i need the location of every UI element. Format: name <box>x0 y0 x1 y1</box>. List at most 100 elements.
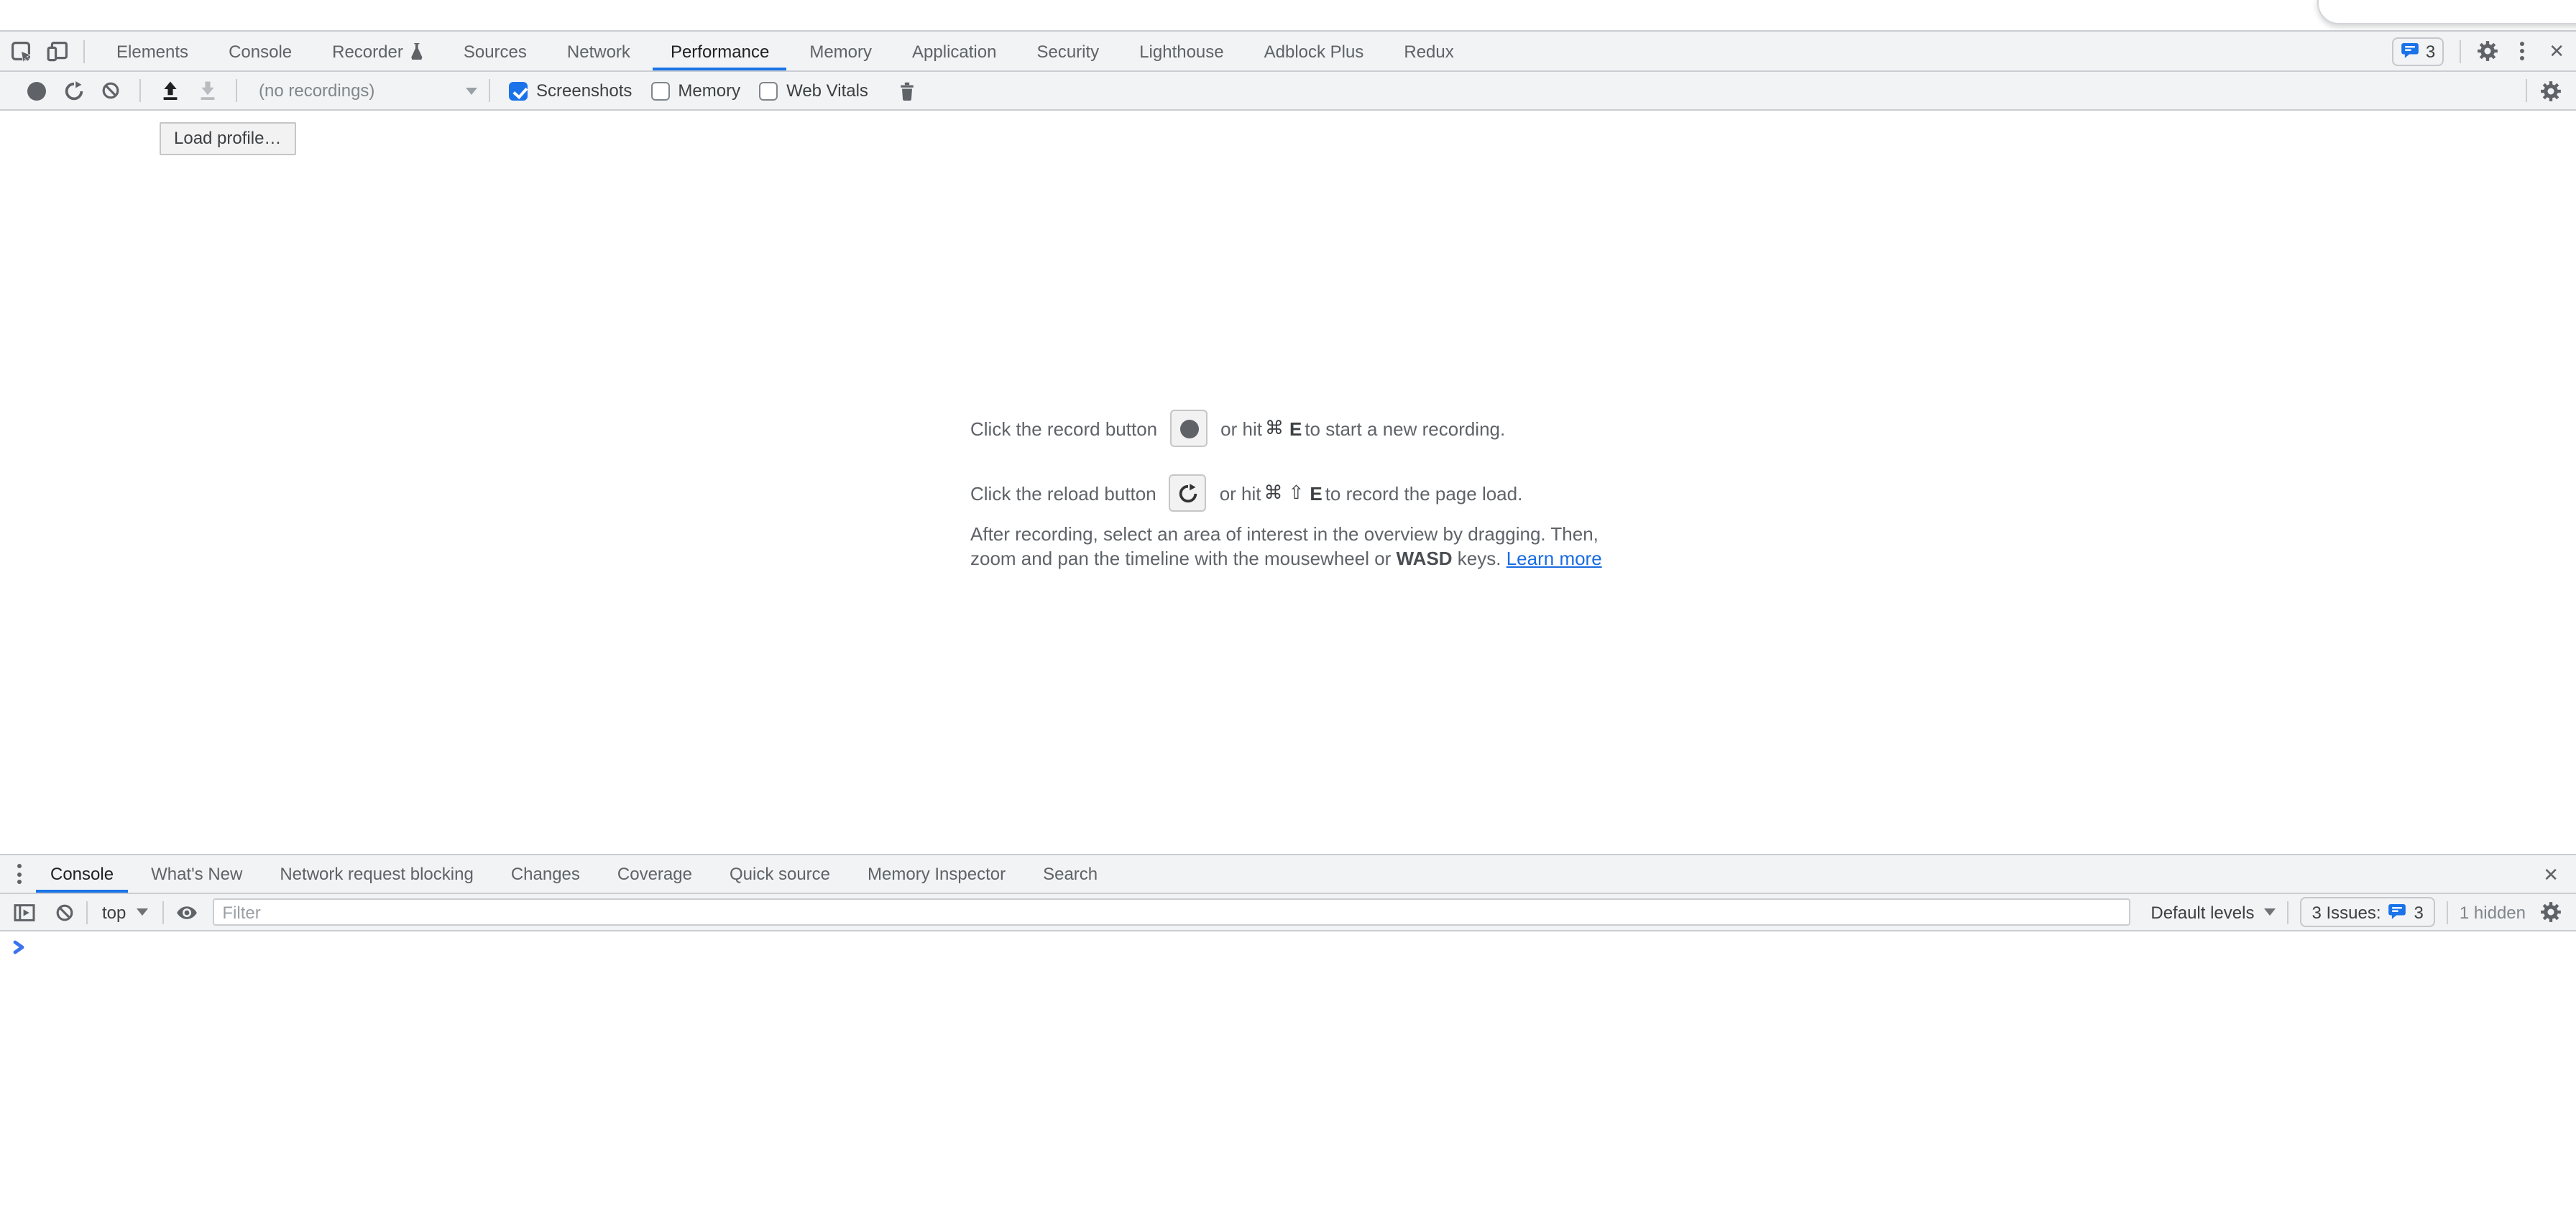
javascript-context-select[interactable]: top <box>99 902 150 922</box>
reload-icon <box>1177 482 1199 504</box>
cmd-key-symbol: ⌘ <box>1265 418 1284 439</box>
tab-recorder[interactable]: Recorder <box>312 32 443 70</box>
issues-bubble-icon <box>2401 42 2420 60</box>
capture-checkboxes: Screenshots Memory Web Vitals <box>490 80 868 101</box>
main-tabbar: Elements Console Recorder Sources Networ… <box>0 30 2576 72</box>
close-devtools-icon[interactable]: ✕ <box>2546 42 2567 60</box>
issues-count: 3 <box>2414 902 2424 922</box>
learn-more-link[interactable]: Learn more <box>1506 547 1602 569</box>
browser-chrome-strip <box>0 0 2576 30</box>
tab-elements[interactable]: Elements <box>96 32 208 70</box>
record-button-illustration[interactable] <box>1170 410 1208 447</box>
log-levels-select[interactable]: Default levels <box>2150 902 2276 922</box>
clear-console-icon[interactable] <box>55 902 75 922</box>
tab-sources[interactable]: Sources <box>443 32 547 70</box>
inspect-element-icon[interactable] <box>10 40 33 63</box>
garbage-collect-button[interactable] <box>888 73 926 108</box>
reload-icon <box>63 80 84 101</box>
divider <box>236 79 237 102</box>
record-instruction-suffix: to start a new recording. <box>1305 418 1505 439</box>
perf-toolbar-right <box>2526 79 2562 102</box>
clear-icon <box>101 80 121 101</box>
drawer-tab-quick-source[interactable]: Quick source <box>711 855 849 893</box>
record-icon <box>27 81 45 100</box>
console-sidebar-toggle-icon[interactable] <box>13 901 36 924</box>
shortcut-key-letter: E <box>1289 418 1302 439</box>
after-recording-paragraph: After recording, select an area of inter… <box>970 523 1606 571</box>
cmd-key-symbol: ⌘ <box>1264 482 1283 504</box>
divider <box>2447 901 2448 924</box>
checkbox-web-vitals[interactable]: Web Vitals <box>759 80 868 101</box>
tab-security[interactable]: Security <box>1016 32 1119 70</box>
devtools-window: Elements Console Recorder Sources Networ… <box>0 0 2576 1206</box>
tab-redux[interactable]: Redux <box>1384 32 1473 70</box>
drawer-tab-what-s-new[interactable]: What's New <box>132 855 261 893</box>
save-profile-button[interactable] <box>188 73 226 108</box>
chevron-down-icon <box>466 87 477 94</box>
tab-console[interactable]: Console <box>208 32 312 70</box>
settings-gear-icon[interactable] <box>2477 40 2498 62</box>
divider <box>2526 79 2527 102</box>
chevron-down-icon <box>2264 908 2276 916</box>
live-expression-eye-icon[interactable] <box>175 901 198 924</box>
close-drawer-icon[interactable]: ✕ <box>2540 865 2562 883</box>
checkbox-memory[interactable]: Memory <box>650 80 740 101</box>
drawer-tab-network-request-blocking[interactable]: Network request blocking <box>261 855 492 893</box>
chevron-down-icon <box>136 908 147 916</box>
console-settings-gear-icon[interactable] <box>2540 901 2562 923</box>
recordings-select[interactable]: (no recordings) <box>259 80 477 101</box>
tab-network[interactable]: Network <box>547 32 650 70</box>
drawer-tab-console[interactable]: Console <box>32 855 132 893</box>
issues-bubble-icon <box>2388 903 2407 921</box>
drawer: Console What's New Network request block… <box>0 854 2576 1206</box>
drawer-tab-changes[interactable]: Changes <box>492 855 599 893</box>
upload-icon <box>159 80 180 101</box>
drawer-more-tabs-icon[interactable] <box>12 862 27 887</box>
drawer-tab-coverage[interactable]: Coverage <box>599 855 711 893</box>
divider <box>86 901 88 924</box>
paragraph-line2-post: keys. <box>1453 547 1506 569</box>
shortcut-key-letter: E <box>1310 482 1322 504</box>
reload-and-record-button[interactable] <box>55 73 92 108</box>
performance-panel-content: Load profile… Click the record button or… <box>0 111 2576 854</box>
issues-badge[interactable]: 3 <box>2393 37 2444 65</box>
issues-button[interactable]: 3 Issues: 3 <box>2300 897 2434 927</box>
checkbox-box[interactable] <box>509 81 528 100</box>
tab-memory[interactable]: Memory <box>789 32 892 70</box>
context-value: top <box>102 902 126 922</box>
issues-label: 3 Issues: <box>2312 902 2380 922</box>
tab-application[interactable]: Application <box>892 32 1016 70</box>
tab-adblock-plus[interactable]: Adblock Plus <box>1244 32 1384 70</box>
record-instruction-line: Click the record button or hit ⌘ E to st… <box>970 410 1606 447</box>
hidden-messages-label: 1 hidden <box>2460 902 2526 922</box>
more-options-icon[interactable] <box>2514 39 2530 64</box>
tab-lighthouse[interactable]: Lighthouse <box>1119 32 1243 70</box>
divider <box>139 79 141 102</box>
clear-recordings-button[interactable] <box>92 73 129 108</box>
tab-performance[interactable]: Performance <box>650 32 789 70</box>
checkbox-box[interactable] <box>650 81 669 100</box>
record-icon <box>1179 419 1198 438</box>
drawer-tab-memory-inspector[interactable]: Memory Inspector <box>849 855 1024 893</box>
load-profile-tooltip: Load profile… <box>160 122 295 155</box>
console-prompt-row[interactable] <box>0 931 2576 954</box>
checkbox-screenshots[interactable]: Screenshots <box>509 80 632 101</box>
console-body <box>0 931 2576 1206</box>
divider <box>83 40 85 63</box>
record-button[interactable] <box>17 73 55 108</box>
checkbox-box[interactable] <box>759 81 778 100</box>
device-toolbar-icon[interactable] <box>46 40 69 63</box>
divider <box>2287 901 2288 924</box>
load-profile-button[interactable] <box>151 73 188 108</box>
capture-settings-gear-icon[interactable] <box>2540 80 2562 101</box>
tabbar-left-icons <box>10 40 69 63</box>
shift-key-symbol: ⇧ <box>1289 482 1305 504</box>
reload-instruction-line: Click the reload button or hit ⌘ ⇧ E to … <box>970 474 1606 512</box>
reload-button-illustration[interactable] <box>1169 474 1207 512</box>
drawer-tab-search[interactable]: Search <box>1024 855 1116 893</box>
reload-instruction-suffix: to record the page load. <box>1325 482 1523 504</box>
issues-count: 3 <box>2426 41 2435 61</box>
paragraph-line1: After recording, select an area of inter… <box>970 523 1598 545</box>
wasd-keys-text: WASD <box>1397 547 1453 569</box>
console-filter-input[interactable] <box>212 898 2130 926</box>
